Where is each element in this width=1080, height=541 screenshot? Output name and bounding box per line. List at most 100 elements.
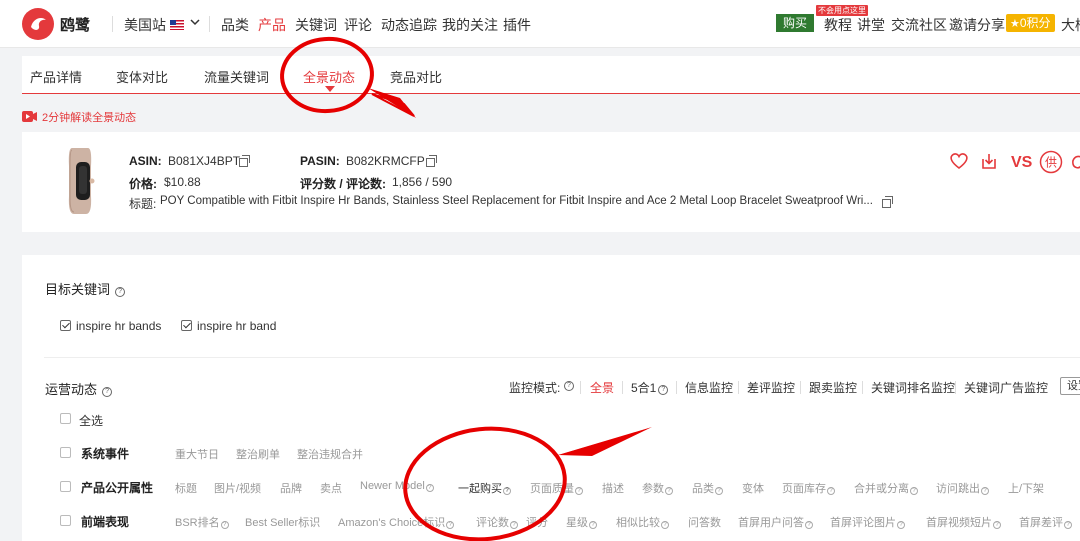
help-icon[interactable]: ? bbox=[564, 381, 574, 391]
help-icon[interactable]: ? bbox=[981, 487, 989, 495]
nav-item-plugin[interactable]: 插件 bbox=[503, 15, 531, 35]
option-selling-points[interactable]: 卖点 bbox=[320, 480, 342, 496]
compare-vs-button[interactable]: VS bbox=[1011, 154, 1032, 172]
option-rating[interactable]: 评分 bbox=[526, 514, 548, 530]
option-images[interactable]: 图片/视频 bbox=[214, 480, 261, 496]
option-best-seller[interactable]: Best Seller标识 bbox=[245, 514, 320, 530]
option-first-videos[interactable]: 首屏视频短片? bbox=[926, 514, 1001, 530]
mode-keyword-ad[interactable]: 关键词广告监控 bbox=[964, 379, 1048, 396]
help-icon[interactable]: ? bbox=[661, 521, 669, 529]
help-icon[interactable]: ? bbox=[575, 487, 583, 495]
help-icon[interactable]: ? bbox=[510, 521, 518, 529]
option-first-review-images[interactable]: 首屏评论图片? bbox=[830, 514, 905, 530]
option-brand[interactable]: 品牌 bbox=[280, 480, 302, 496]
points-badge[interactable]: ★0积分 bbox=[1006, 14, 1055, 32]
help-icon[interactable]: ? bbox=[220, 521, 229, 529]
select-all-checkbox[interactable] bbox=[60, 413, 71, 424]
option-page-quality[interactable]: 页面质量? bbox=[530, 480, 583, 496]
help-icon[interactable]: ? bbox=[115, 287, 126, 297]
user-name[interactable]: 大楠 bbox=[1061, 15, 1080, 35]
tab-competitor-compare[interactable]: 竞品对比 bbox=[390, 67, 442, 86]
option-category[interactable]: 品类? bbox=[692, 480, 723, 496]
select-all-label[interactable]: 全选 bbox=[79, 412, 103, 429]
option-bounce[interactable]: 访问跳出? bbox=[936, 480, 989, 496]
nav-item-lecture[interactable]: 讲堂 bbox=[857, 15, 885, 35]
supplier-icon[interactable]: 供 bbox=[1039, 150, 1063, 174]
option-qa-count[interactable]: 问答数 bbox=[688, 514, 721, 530]
copy-icon[interactable] bbox=[882, 196, 893, 208]
option-newer-model[interactable]: Newer Model? bbox=[360, 480, 434, 492]
keyword-label[interactable]: inspire hr bands bbox=[76, 319, 161, 333]
help-icon[interactable]: ? bbox=[425, 484, 434, 492]
help-icon[interactable]: ? bbox=[1064, 521, 1072, 529]
help-icon[interactable]: ? bbox=[446, 521, 455, 529]
copy-icon[interactable] bbox=[239, 155, 250, 167]
row-checkbox[interactable] bbox=[60, 447, 71, 458]
option-listing-status[interactable]: 上/下架 bbox=[1008, 480, 1044, 496]
help-icon[interactable]: ? bbox=[897, 521, 905, 529]
buy-button[interactable]: 购买 bbox=[776, 14, 814, 32]
help-icon[interactable]: ? bbox=[805, 521, 813, 529]
option-bought-together[interactable]: 一起购买? bbox=[458, 480, 511, 496]
nav-item-community[interactable]: 交流社区 bbox=[891, 15, 947, 35]
settings-button[interactable]: 设置 bbox=[1060, 377, 1080, 395]
product-image[interactable] bbox=[52, 146, 108, 216]
nav-item-tutorial[interactable]: 教程 bbox=[824, 15, 852, 35]
mode-info[interactable]: 信息监控 bbox=[685, 379, 733, 396]
option-page-stock[interactable]: 页面库存? bbox=[782, 480, 835, 496]
nav-item-tracking[interactable]: 动态追踪 bbox=[381, 15, 437, 35]
logo-text[interactable]: 鸥鹭 bbox=[60, 14, 90, 35]
tab-product-detail[interactable]: 产品详情 bbox=[30, 67, 82, 86]
logo-icon[interactable] bbox=[22, 8, 54, 40]
option-first-negative[interactable]: 首屏差评? bbox=[1019, 514, 1072, 530]
help-icon[interactable]: ? bbox=[102, 387, 113, 397]
help-icon[interactable]: ? bbox=[993, 521, 1001, 529]
option-variant[interactable]: 变体 bbox=[742, 480, 764, 496]
chevron-down-icon[interactable] bbox=[190, 16, 200, 28]
nav-item-review[interactable]: 评论 bbox=[344, 15, 372, 35]
nav-item-category[interactable]: 品类 bbox=[221, 15, 249, 35]
tab-panorama[interactable]: 全景动态 bbox=[303, 67, 355, 86]
asin-value[interactable]: B081XJ4BPT bbox=[168, 154, 240, 168]
row-checkbox[interactable] bbox=[60, 515, 71, 526]
link-icon[interactable] bbox=[1070, 152, 1080, 170]
option-similar[interactable]: 相似比较? bbox=[616, 514, 669, 530]
heart-icon[interactable] bbox=[949, 152, 969, 170]
option-holiday[interactable]: 重大节日 bbox=[175, 446, 219, 462]
nav-item-keyword[interactable]: 关键词 bbox=[295, 15, 337, 35]
keyword-label[interactable]: inspire hr band bbox=[197, 319, 276, 333]
help-icon[interactable]: ? bbox=[658, 385, 669, 395]
download-icon[interactable] bbox=[980, 152, 998, 170]
product-title[interactable]: POY Compatible with Fitbit Inspire Hr Ba… bbox=[160, 195, 873, 207]
option-amazons-choice[interactable]: Amazon's Choice标识? bbox=[338, 514, 455, 530]
option-first-qa[interactable]: 首屏用户问答? bbox=[738, 514, 813, 530]
mode-keyword-rank[interactable]: 关键词排名监控 bbox=[871, 379, 955, 396]
copy-icon[interactable] bbox=[426, 155, 437, 167]
option-params[interactable]: 参数? bbox=[642, 480, 673, 496]
help-icon[interactable]: ? bbox=[503, 487, 511, 495]
option-bsr[interactable]: BSR排名? bbox=[175, 514, 229, 530]
mode-5in1[interactable]: 5合1? bbox=[631, 379, 669, 396]
guide-link[interactable]: 2分钟解读全景动态 bbox=[22, 109, 136, 125]
option-anti-brushing[interactable]: 整治刷单 bbox=[236, 446, 280, 462]
option-illegal-merge[interactable]: 整治违规合并 bbox=[297, 446, 363, 462]
row-checkbox[interactable] bbox=[60, 481, 71, 492]
keyword-checkbox[interactable] bbox=[60, 320, 71, 331]
nav-item-follow[interactable]: 我的关注 bbox=[442, 15, 498, 35]
option-title[interactable]: 标题 bbox=[175, 480, 197, 496]
help-icon[interactable]: ? bbox=[715, 487, 723, 495]
keyword-checkbox[interactable] bbox=[181, 320, 192, 331]
mode-hijack[interactable]: 跟卖监控 bbox=[809, 379, 857, 396]
option-review-count[interactable]: 评论数? bbox=[476, 514, 518, 530]
nav-item-product[interactable]: 产品 bbox=[258, 15, 286, 35]
nav-item-invite[interactable]: 邀请分享 bbox=[949, 15, 1005, 35]
site-selector[interactable]: 美国站 bbox=[124, 15, 184, 35]
mode-negative-review[interactable]: 差评监控 bbox=[747, 379, 795, 396]
mode-panorama[interactable]: 全景 bbox=[590, 379, 614, 396]
option-description[interactable]: 描述 bbox=[602, 480, 624, 496]
help-icon[interactable]: ? bbox=[589, 521, 597, 529]
help-icon[interactable]: ? bbox=[910, 487, 918, 495]
help-icon[interactable]: ? bbox=[827, 487, 835, 495]
option-merge-split[interactable]: 合并或分离? bbox=[854, 480, 918, 496]
option-stars[interactable]: 星级? bbox=[566, 514, 597, 530]
